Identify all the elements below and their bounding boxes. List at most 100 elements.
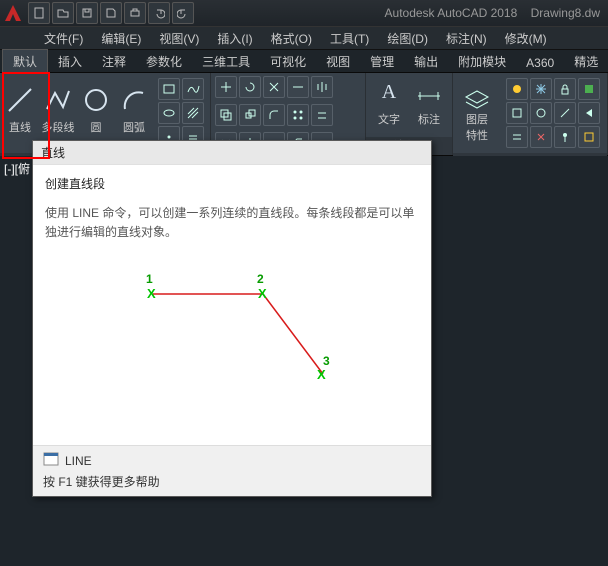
tab-insert[interactable]: 插入 [48, 50, 92, 72]
menu-insert[interactable]: 插入(I) [217, 30, 252, 47]
title-text: Autodesk AutoCAD 2018 Drawing8.dw [385, 6, 606, 20]
menu-edit[interactable]: 编辑(E) [101, 30, 141, 47]
dim-icon [412, 75, 446, 109]
tooltip-bottom: LINE 按 F1 键获得更多帮助 [33, 445, 431, 496]
layer-props-icon [460, 83, 494, 109]
tool-layer-props[interactable]: 图层 特性 [457, 83, 497, 143]
layer-match-icon[interactable] [554, 102, 576, 124]
tool-line[interactable]: 直线 [3, 83, 37, 143]
viewport-label: [-][俯 [4, 160, 30, 177]
layer-lock-icon[interactable] [554, 78, 576, 100]
tool-circle-label: 圆 [91, 119, 102, 135]
layer-mini-col [503, 75, 603, 151]
tab-addins[interactable]: 附加模块 [448, 50, 516, 72]
tab-parametric[interactable]: 参数化 [136, 50, 192, 72]
layer-merge-icon[interactable] [506, 126, 528, 148]
tool-line-label: 直线 [9, 119, 31, 135]
app-logo[interactable] [2, 2, 24, 24]
copy-icon[interactable] [215, 104, 237, 126]
ribbon-tabs: 默认 插入 注释 参数化 三维工具 可视化 视图 管理 输出 附加模块 A360… [0, 50, 608, 73]
layer-iso-icon[interactable] [506, 102, 528, 124]
tab-annotate[interactable]: 注释 [92, 50, 136, 72]
hatch-icon[interactable] [182, 102, 204, 124]
tool-text[interactable]: A 文字 [370, 75, 408, 135]
tooltip-illustration: 1 X 2 X 3 X [33, 254, 431, 404]
qat-saveas-icon[interactable] [100, 2, 122, 24]
qat-open-icon[interactable] [52, 2, 74, 24]
titlebar: Autodesk AutoCAD 2018 Drawing8.dw [0, 0, 608, 26]
layer-on-icon[interactable] [506, 78, 528, 100]
layer-state-icon[interactable] [578, 126, 600, 148]
menubar: 文件(F) 编辑(E) 视图(V) 插入(I) 格式(O) 工具(T) 绘图(D… [0, 26, 608, 50]
tab-a360[interactable]: A360 [516, 53, 564, 72]
menu-file[interactable]: 文件(F) [44, 30, 83, 47]
fillet-icon[interactable] [263, 104, 285, 126]
menu-modify[interactable]: 修改(M) [505, 30, 547, 47]
tool-layer-label: 图层 特性 [466, 111, 488, 143]
tooltip-title: 直线 [33, 141, 431, 165]
tab-3dtools[interactable]: 三维工具 [192, 50, 260, 72]
tool-polyline[interactable]: 多段线 [41, 83, 75, 143]
app-name: Autodesk AutoCAD 2018 [385, 6, 518, 20]
tab-manage[interactable]: 管理 [360, 50, 404, 72]
qat-save-icon[interactable] [76, 2, 98, 24]
menu-format[interactable]: 格式(O) [271, 30, 312, 47]
pt1-x-icon: X [147, 286, 156, 301]
tool-dim[interactable]: 标注 [410, 75, 448, 135]
move-icon[interactable] [215, 76, 237, 98]
menu-view[interactable]: 视图(V) [159, 30, 199, 47]
offset-icon[interactable] [311, 104, 333, 126]
line-tooltip: 直线 创建直线段 使用 LINE 命令，可以创建一系列连续的直线段。每条线段都是… [32, 140, 432, 497]
tool-arc[interactable]: 圆弧 [117, 83, 151, 143]
qat-print-icon[interactable] [124, 2, 146, 24]
ellipse-icon[interactable] [158, 102, 180, 124]
tooltip-cmd: LINE [65, 454, 92, 468]
qat-redo-icon[interactable] [172, 2, 194, 24]
doc-name: Drawing8.dw [531, 6, 600, 20]
layer-off-icon[interactable] [530, 102, 552, 124]
text-icon: A [372, 75, 406, 109]
tab-default[interactable]: 默认 [2, 49, 48, 72]
tab-featured[interactable]: 精选 [564, 50, 608, 72]
qat-undo-icon[interactable] [148, 2, 170, 24]
spline-icon[interactable] [182, 78, 204, 100]
layer-walk-icon[interactable] [554, 126, 576, 148]
extend-icon[interactable] [287, 76, 309, 98]
tooltip-desc: 使用 LINE 命令，可以创建一系列连续的直线段。每条线段都是可以单独进行编辑的… [33, 198, 431, 250]
qat-new-icon[interactable] [28, 2, 50, 24]
scale-icon[interactable] [239, 104, 261, 126]
pt2-label: 2 [257, 272, 264, 286]
layer-freeze-icon[interactable] [530, 78, 552, 100]
pt2-x-icon: X [258, 286, 267, 301]
tool-polyline-label: 多段线 [42, 119, 75, 135]
tab-view[interactable]: 视图 [316, 50, 360, 72]
rotate-icon[interactable] [239, 76, 261, 98]
tool-dim-label: 标注 [418, 111, 440, 127]
pt3-x-icon: X [317, 367, 326, 382]
mirror-icon[interactable] [311, 76, 333, 98]
menu-dim[interactable]: 标注(N) [446, 30, 487, 47]
tool-text-label: 文字 [378, 111, 400, 127]
menu-draw[interactable]: 绘图(D) [387, 30, 428, 47]
panel-layer: 图层 特性 [453, 73, 608, 155]
layer-prev-icon[interactable] [578, 102, 600, 124]
tooltip-subtitle: 创建直线段 [33, 165, 431, 198]
circle-icon [79, 83, 113, 117]
layer-color-icon[interactable] [578, 78, 600, 100]
polyline-icon [41, 83, 75, 117]
tab-visualize[interactable]: 可视化 [260, 50, 316, 72]
arc-icon [117, 83, 151, 117]
menu-tools[interactable]: 工具(T) [330, 30, 369, 47]
tool-arc-label: 圆弧 [123, 119, 145, 135]
rect-icon[interactable] [158, 78, 180, 100]
pt3-label: 3 [323, 354, 330, 368]
pt1-label: 1 [146, 272, 153, 286]
layer-del-icon[interactable] [530, 126, 552, 148]
tool-circle[interactable]: 圆 [79, 83, 113, 143]
trim-icon[interactable] [263, 76, 285, 98]
line-icon [3, 83, 37, 117]
tab-output[interactable]: 输出 [404, 50, 448, 72]
cmd-prompt-icon [43, 452, 59, 469]
tooltip-hint: 按 F1 键获得更多帮助 [43, 473, 421, 490]
array-icon[interactable] [287, 104, 309, 126]
